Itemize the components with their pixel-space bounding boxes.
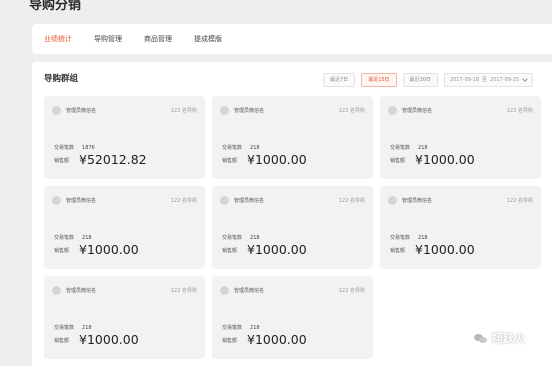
manager-name: 管理员微信名 <box>402 107 433 114</box>
date-end: 2017-09-25 <box>490 77 520 83</box>
group-card[interactable]: 管理员微信名 122 名导购 交易笔数 218 销售额 ¥1000.00 <box>212 96 373 179</box>
date-separator: 至 <box>482 77 488 83</box>
trade-count-label: 交易笔数 <box>390 235 411 241</box>
trade-count-label: 交易笔数 <box>54 235 75 241</box>
tab-guide-management[interactable]: 导购管理 <box>94 34 122 44</box>
member-count: 122 名导购 <box>338 197 365 204</box>
trade-count-label: 交易笔数 <box>222 145 243 151</box>
watermark: 翔跃火 <box>474 330 525 346</box>
sales-amount: ¥1000.00 <box>79 242 139 257</box>
manager-name: 管理员微信名 <box>66 197 97 204</box>
trade-count-label: 交易笔数 <box>222 325 243 331</box>
sales-amount: ¥1000.00 <box>79 332 139 347</box>
chevron-down-icon <box>522 76 528 82</box>
sales-amount: ¥52012.82 <box>79 152 147 167</box>
group-card[interactable]: 管理员微信名 122 名导购 交易笔数 218 销售额 ¥1000.00 <box>212 276 373 359</box>
member-count: 122 名导购 <box>170 197 197 204</box>
manager-name: 管理员微信名 <box>234 107 265 114</box>
group-card[interactable]: 管理员微信名 122 名导购 交易笔数 1876 销售额 ¥52012.82 <box>44 96 205 179</box>
manager-name: 管理员微信名 <box>234 287 265 294</box>
trade-count-label: 交易笔数 <box>222 235 243 241</box>
tab-bar: 业绩统计 导购管理 商品管理 提成模版 <box>32 24 552 54</box>
avatar <box>52 195 61 205</box>
sales-label: 销售额 <box>222 337 238 344</box>
member-count: 122 名导购 <box>506 197 533 204</box>
section-title: 导购群组 <box>44 74 79 84</box>
trade-count-value: 218 <box>250 235 260 241</box>
tab-commission-template[interactable]: 提成模版 <box>194 34 222 44</box>
sales-amount: ¥1000.00 <box>247 152 307 167</box>
group-card[interactable]: 管理员微信名 122 名导购 交易笔数 218 销售额 ¥1000.00 <box>44 276 205 359</box>
avatar <box>388 105 397 115</box>
sales-label: 销售额 <box>54 337 70 344</box>
sales-label: 销售额 <box>222 247 238 254</box>
member-count: 122 名导购 <box>170 287 197 294</box>
date-range-picker[interactable]: 2017-09-18 至 2017-09-25 <box>443 73 534 87</box>
trade-count-label: 交易笔数 <box>390 145 411 151</box>
group-card[interactable]: 管理员微信名 122 名导购 交易笔数 218 销售额 ¥1000.00 <box>380 186 541 269</box>
filter-last-30-days-button[interactable]: 最近30日 <box>402 73 438 87</box>
avatar <box>388 195 397 205</box>
date-filter-bar: 最近7日 最近15日 最近30日 2017-09-18 至 2017-09-25 <box>323 73 534 87</box>
member-count: 122 名导购 <box>338 287 365 294</box>
sales-label: 销售额 <box>54 157 70 164</box>
trade-count-value: 218 <box>418 145 428 151</box>
manager-name: 管理员微信名 <box>402 197 433 204</box>
sales-amount: ¥1000.00 <box>415 152 475 167</box>
trade-count-label: 交易笔数 <box>54 325 75 331</box>
sales-amount: ¥1000.00 <box>415 242 475 257</box>
avatar <box>220 105 229 115</box>
manager-name: 管理员微信名 <box>234 197 265 204</box>
trade-count-value: 218 <box>250 145 260 151</box>
sales-amount: ¥1000.00 <box>247 242 307 257</box>
member-count: 122 名导购 <box>170 107 197 114</box>
avatar <box>220 195 229 205</box>
trade-count-value: 218 <box>250 325 260 331</box>
page-title: 导购分销 <box>29 0 82 13</box>
date-start: 2017-09-18 <box>449 77 479 83</box>
sales-label: 销售额 <box>54 247 70 254</box>
avatar <box>52 285 61 295</box>
sales-label: 销售额 <box>390 247 406 254</box>
member-count: 122 名导购 <box>338 107 365 114</box>
group-card[interactable]: 管理员微信名 122 名导购 交易笔数 218 销售额 ¥1000.00 <box>44 186 205 269</box>
wechat-icon <box>474 333 488 344</box>
avatar <box>220 285 229 295</box>
trade-count-value: 218 <box>418 235 428 241</box>
group-card[interactable]: 管理员微信名 122 名导购 交易笔数 218 销售额 ¥1000.00 <box>380 96 541 179</box>
group-card[interactable]: 管理员微信名 122 名导购 交易笔数 218 销售额 ¥1000.00 <box>212 186 373 269</box>
tab-product-management[interactable]: 商品管理 <box>144 34 172 44</box>
sales-label: 销售额 <box>390 157 406 164</box>
member-count: 122 名导购 <box>506 107 533 114</box>
trade-count-value: 1876 <box>82 145 95 151</box>
manager-name: 管理员微信名 <box>66 287 97 294</box>
watermark-text: 翔跃火 <box>492 332 525 345</box>
filter-last-7-days-button[interactable]: 最近7日 <box>323 73 356 87</box>
tab-performance-stats[interactable]: 业绩统计 <box>44 34 72 44</box>
manager-name: 管理员微信名 <box>66 107 97 114</box>
sales-amount: ¥1000.00 <box>247 332 307 347</box>
filter-last-15-days-button[interactable]: 最近15日 <box>361 73 397 87</box>
avatar <box>52 105 61 115</box>
sales-label: 销售额 <box>222 157 238 164</box>
trade-count-label: 交易笔数 <box>54 145 75 151</box>
trade-count-value: 218 <box>82 235 92 241</box>
trade-count-value: 218 <box>82 325 92 331</box>
